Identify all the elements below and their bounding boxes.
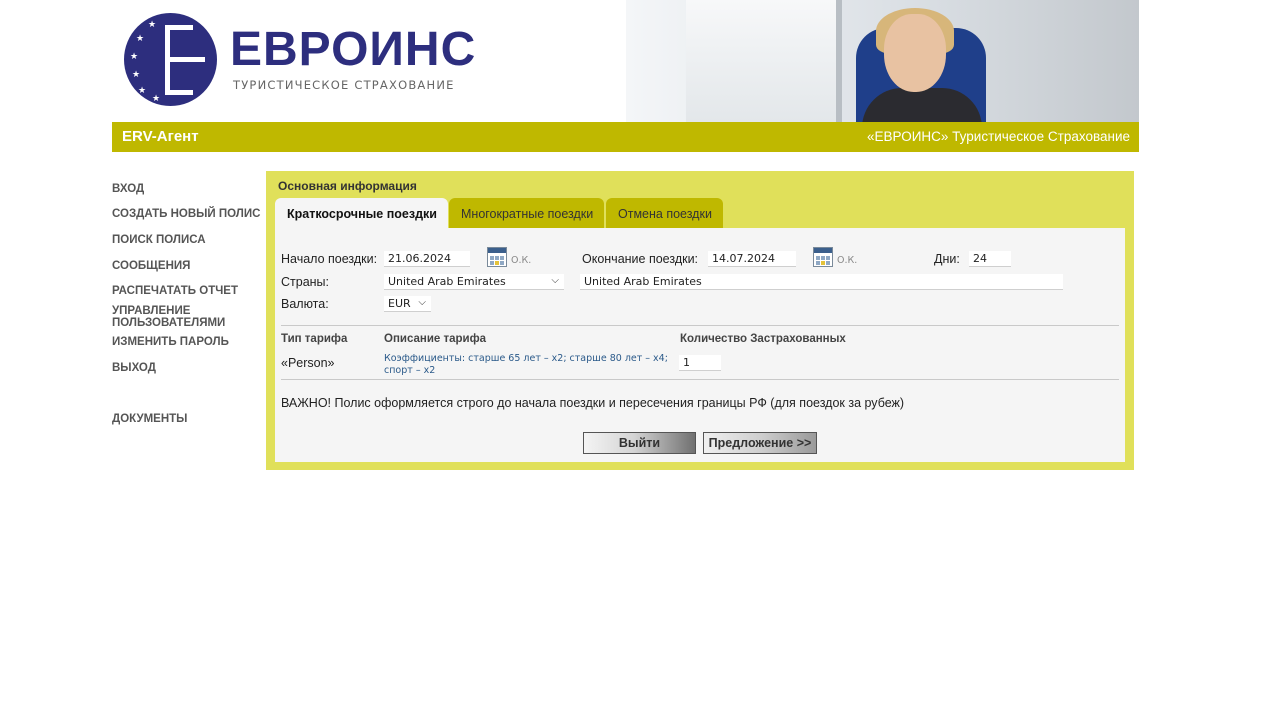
insured-count-header: Количество Застрахованных [680,333,846,345]
logo-emblem-icon: ★ ★ ★ ★ ★ ★ [124,13,217,106]
tariff-description-header: Описание тарифа [384,333,487,345]
days-input[interactable]: 24 [969,251,1011,267]
menu-item-documents[interactable]: ДОКУМЕНТЫ [112,413,187,425]
country-select[interactable]: United Arab Emirates ⌵ [384,274,564,290]
exit-button[interactable]: Выйти [583,432,696,454]
tariff-description: Коэффициенты: старше 65 лет – x2; старше… [384,353,668,376]
main-panel: Основная информация Краткосрочные поездк… [266,171,1134,470]
logo-name: ЕВРОИНС [230,23,477,76]
menu-item-create-policy[interactable]: СОЗДАТЬ НОВЫЙ ПОЛИС [112,208,260,220]
tab-short-trips[interactable]: Краткосрочные поездки [275,198,448,228]
top-bar: ERV-Агент «ЕВРОИНС» Туристическое Страхо… [112,122,1139,152]
calendar-icon[interactable] [813,247,833,267]
end-date-ok[interactable]: О.К. [837,255,857,266]
currency-label: Валюта: [281,297,329,311]
header-photo [626,0,1139,122]
tab-multi-trips[interactable]: Многократные поездки [449,198,604,228]
chevron-down-icon: ⌵ [418,297,426,308]
end-date-input[interactable]: 14.07.2024 [708,251,796,267]
days-label: Дни: [934,252,960,266]
start-date-ok[interactable]: О.К. [511,255,531,266]
panel-title: Основная информация [278,179,417,193]
tariff-type-value: «Person» [281,356,335,370]
divider [281,325,1119,326]
menu-item-login[interactable]: ВХОД [112,183,144,195]
chevron-down-icon: ⌵ [551,275,559,286]
start-date-input[interactable]: 21.06.2024 [384,251,470,267]
countries-list-field[interactable]: United Arab Emirates [580,274,1063,290]
divider [281,379,1119,380]
tab-trip-cancellation[interactable]: Отмена поездки [606,198,723,228]
start-date-label: Начало поездки: [281,252,378,266]
end-date-label: Окончание поездки: [582,252,699,266]
header: ★ ★ ★ ★ ★ ★ ЕВРОИНС ТУРИСТИЧЕСКОЕ СТРАХО… [112,0,1139,122]
menu-item-change-password[interactable]: ИЗМЕНИТЬ ПАРОЛЬ [112,336,229,348]
calendar-icon[interactable] [487,247,507,267]
menu-item-logout[interactable]: ВЫХОД [112,362,156,374]
logo-subtitle: ТУРИСТИЧЕСКОЕ СТРАХОВАНИЕ [233,78,455,92]
brand-title: ERV-Агент [122,128,199,145]
insured-count-input[interactable]: 1 [679,355,721,371]
menu-item-messages[interactable]: СООБЩЕНИЯ [112,260,190,272]
country-select-value: United Arab Emirates [388,275,506,288]
countries-label: Страны: [281,275,330,289]
important-notice: ВАЖНО! Полис оформляется строго до начал… [281,396,905,410]
tab-content: Начало поездки: 21.06.2024 О.К. Окончани… [275,228,1125,462]
brand-tagline: «ЕВРОИНС» Туристическое Страхование [867,129,1130,144]
menu-item-print-report[interactable]: РАСПЕЧАТАТЬ ОТЧЕТ [112,285,238,297]
currency-select-value: EUR [388,297,411,310]
offer-button[interactable]: Предложение >> [703,432,817,454]
menu-item-search-policy[interactable]: ПОИСК ПОЛИСА [112,234,206,246]
tariff-type-header: Тип тарифа [281,333,348,345]
currency-select[interactable]: EUR ⌵ [384,296,431,312]
menu-item-user-management[interactable]: УПРАВЛЕНИЕ ПОЛЬЗОВАТЕЛЯМИ [112,305,242,329]
